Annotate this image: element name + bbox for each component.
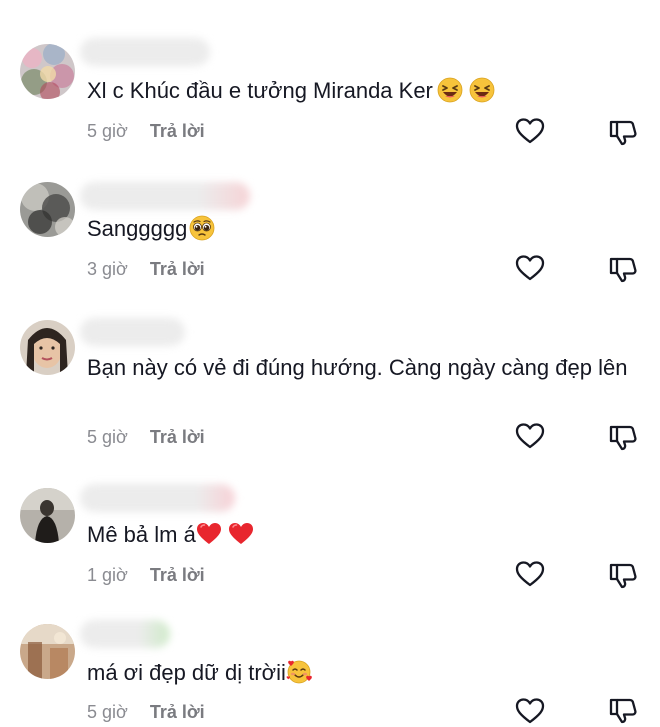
comment-time: 1 giờ (87, 565, 128, 585)
comment-time: 3 giờ (87, 259, 128, 279)
thumbs-down-outline-icon[interactable] (607, 560, 639, 592)
thumbs-down-outline-icon[interactable] (607, 695, 639, 727)
smiling-face-with-hearts-icon (286, 659, 312, 685)
comment-text: má ơi đẹp dữ dị trờii (87, 655, 642, 690)
avatar[interactable] (20, 624, 75, 679)
heart-outline-icon[interactable] (514, 252, 546, 284)
comment-text: Xl c Khúc đầu e tưởng Miranda Ker (87, 73, 642, 108)
reply-button[interactable]: Trả lời (150, 427, 205, 448)
comment-text: Sanggggg (87, 211, 642, 246)
comment-meta: 1 giờ Trả lời (87, 565, 205, 586)
comment-meta: 5 giờ Trả lời (87, 702, 205, 723)
thumbs-down-outline-icon[interactable] (607, 254, 639, 286)
avatar[interactable] (20, 182, 75, 237)
comment-time: 5 giờ (87, 427, 128, 447)
avatar[interactable] (20, 320, 75, 375)
heart-outline-icon[interactable] (514, 558, 546, 590)
heart-outline-icon[interactable] (514, 420, 546, 452)
laughing-face-icon (437, 77, 463, 103)
username-blurred[interactable] (80, 620, 170, 648)
pleading-face-icon (189, 215, 215, 241)
username-blurred[interactable] (80, 318, 185, 346)
username-blurred[interactable] (80, 484, 235, 512)
comment-text: Bạn này có vẻ đi đúng hướng. Càng ngày c… (87, 355, 628, 380)
reply-button[interactable]: Trả lời (150, 121, 205, 142)
heart-outline-icon[interactable] (514, 115, 546, 147)
username-blurred[interactable] (80, 182, 250, 210)
avatar[interactable] (20, 488, 75, 543)
reply-button[interactable]: Trả lời (150, 702, 205, 723)
thumbs-down-outline-icon[interactable] (607, 117, 639, 149)
comment-meta: 5 giờ Trả lời (87, 121, 205, 142)
comment-meta: 3 giờ Trả lời (87, 259, 205, 280)
username-blurred[interactable] (80, 38, 210, 66)
comment-text: Mê bả lm á (87, 517, 642, 552)
red-heart-icon (196, 521, 222, 547)
reply-button[interactable]: Trả lời (150, 259, 205, 280)
reply-button[interactable]: Trả lời (150, 565, 205, 586)
comment-meta: 5 giờ Trả lời (87, 427, 205, 448)
avatar[interactable] (20, 44, 75, 99)
comment-time: 5 giờ (87, 702, 128, 722)
red-heart-icon (228, 521, 254, 547)
comment-time: 5 giờ (87, 121, 128, 141)
heart-outline-icon[interactable] (514, 695, 546, 727)
laughing-face-icon (469, 77, 495, 103)
thumbs-down-outline-icon[interactable] (607, 422, 639, 454)
